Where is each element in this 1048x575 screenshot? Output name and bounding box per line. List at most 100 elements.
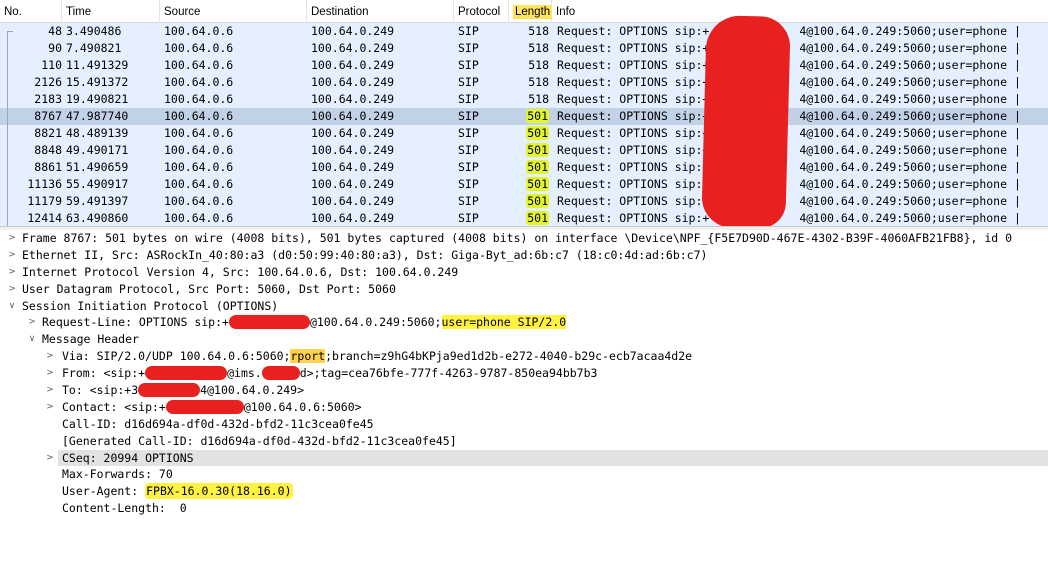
tree-row-sip[interactable]: ∨ Session Initiation Protocol (OPTIONS) (0, 298, 1048, 315)
packet-cell-time: 63.490860 (66, 210, 160, 226)
packet-cell-proto: SIP (458, 210, 511, 226)
packet-cell-time: 3.490486 (66, 23, 160, 40)
tree-row-content-length[interactable]: Content-Length: 0 (0, 500, 1048, 517)
packet-cell-info: Request: OPTIONS sip:+ 4@100.64.0.249:50… (557, 142, 1048, 159)
chevron-right-icon[interactable]: > (44, 382, 56, 399)
cell-text: SIP (458, 24, 479, 38)
cell-text: 100.64.0.6 (164, 75, 234, 89)
cell-text: 100.64.0.6 (164, 143, 234, 157)
packet-cell-src: 100.64.0.6 (164, 57, 306, 74)
tree-row-udp[interactable]: > User Datagram Protocol, Src Port: 5060… (0, 281, 1048, 298)
packet-row[interactable]: 2183 19.490821 100.64.0.6 100.64.0.249 SIP 51… (0, 91, 1048, 108)
packet-row[interactable]: 12414 63.490860 100.64.0.6 100.64.0.249 SIP 5… (0, 210, 1048, 226)
chevron-right-icon[interactable]: > (6, 264, 18, 281)
from-tag: d>;tag=cea76bfe-777f-4263-9787-850ea94bb… (299, 366, 598, 381)
tree-row-ip[interactable]: > Internet Protocol Version 4, Src: 100.… (0, 264, 1048, 281)
tree-row-generated-call-id[interactable]: [Generated Call-ID: d16d694a-df0d-432d-b… (0, 433, 1048, 466)
cell-text: Request: OPTIONS sip:+ 4@100.64.0.249:50… (557, 177, 1021, 191)
packet-cell-dst: 100.64.0.249 (311, 159, 454, 176)
packet-row[interactable]: 11136 55.490917 100.64.0.6 100.64.0.249 SIP 5… (0, 176, 1048, 193)
tree-row-contact[interactable]: > Contact: <sip:+ @100.64.0.6:5060> (0, 399, 1048, 416)
cell-text: 501 (526, 211, 549, 225)
packet-cell-proto: SIP (458, 176, 511, 193)
chevron-right-icon[interactable]: > (44, 399, 56, 416)
cell-text: 48.489139 (66, 126, 129, 140)
cell-text: 518 (528, 58, 549, 72)
cell-text: SIP (458, 194, 479, 208)
tree-row-via[interactable]: > Via: SIP/2.0/UDP 100.64.0.6:5060;rport… (0, 348, 1048, 365)
column-header-destination[interactable]: Destination (307, 0, 454, 23)
packet-cell-proto: SIP (458, 193, 511, 210)
packet-cell-dst: 100.64.0.249 (311, 40, 454, 57)
cell-text: 100.64.0.249 (311, 211, 395, 225)
chevron-right-icon[interactable]: > (6, 230, 18, 247)
tree-row-ethernet[interactable]: > Ethernet II, Src: ASRockIn_40:80:a3 (d… (0, 247, 1048, 264)
tree-row-call-id[interactable]: Call-ID: d16d694a-df0d-432d-bfd2-11c3cea… (0, 416, 1048, 433)
tree-label: Call-ID: d16d694a-df0d-432d-bfd2-11c3cea… (62, 416, 374, 431)
packet-row[interactable]: 8861 51.490659 100.64.0.6 100.64.0.249 SIP 50… (0, 159, 1048, 176)
column-header-no[interactable]: No. (0, 0, 62, 23)
column-header-length[interactable]: Length (509, 0, 553, 23)
packet-cell-time: 55.490917 (66, 176, 160, 193)
tree-label: Ethernet II, Src: ASRockIn_40:80:a3 (d0:… (22, 247, 708, 262)
cell-text: 100.64.0.249 (311, 143, 395, 157)
packet-cell-proto: SIP (458, 23, 511, 40)
packet-cell-proto: SIP (458, 91, 511, 108)
cell-text: Request: OPTIONS sip:+ 4@100.64.0.249:50… (557, 126, 1021, 140)
cell-text: SIP (458, 41, 479, 55)
column-header-time[interactable]: Time (62, 0, 160, 23)
chevron-right-icon[interactable]: > (44, 348, 56, 365)
chevron-down-icon[interactable]: ∨ (6, 298, 18, 315)
chevron-right-icon[interactable]: > (6, 281, 18, 298)
packet-cell-len: 501 (512, 108, 550, 125)
packet-row[interactable]: 8848 49.490171 100.64.0.6 100.64.0.249 SIP 50… (0, 142, 1048, 159)
packet-row[interactable]: 8821 48.489139 100.64.0.6 100.64.0.249 SIP 50… (0, 125, 1048, 142)
packet-row[interactable]: 2126 15.491372 100.64.0.6 100.64.0.249 SIP 51… (0, 74, 1048, 91)
packet-cell-len: 501 (512, 159, 550, 176)
cell-text: Request: OPTIONS sip:+ 4@100.64.0.249:50… (557, 211, 1021, 225)
chevron-down-icon[interactable]: ∨ (26, 331, 38, 348)
tree-label: CSeq: 20994 OPTIONS (62, 450, 194, 465)
cell-text: 501 (526, 126, 549, 140)
tree-row-from[interactable]: > From: <sip:+ @ims. d>;tag=cea76bfe-777f-… (0, 365, 1048, 382)
packet-cell-info: Request: OPTIONS sip:+ 4@100.64.0.249:50… (557, 193, 1048, 210)
tree-row-to[interactable]: > To: <sip:+3 4@100.64.0.249> (0, 382, 1048, 399)
packet-row[interactable]: 8767 47.987740 100.64.0.6 100.64.0.249 SIP 50… (0, 108, 1048, 125)
packet-cell-proto: SIP (458, 142, 511, 159)
chevron-right-icon[interactable]: > (26, 314, 38, 331)
packet-cell-info: Request: OPTIONS sip:+ 4@100.64.0.249:50… (557, 108, 1048, 125)
tree-row-user-agent[interactable]: User-Agent: FPBX-16.0.30(18.16.0) (0, 483, 1048, 500)
tree-row-message-header[interactable]: ∨ Message Header (0, 331, 1048, 348)
cell-text: 518 (528, 92, 549, 106)
packet-cell-src: 100.64.0.6 (164, 108, 306, 125)
redaction-mark (145, 366, 228, 381)
column-label: Info (556, 6, 576, 18)
packet-cell-info: Request: OPTIONS sip:+ 4@100.64.0.249:50… (557, 23, 1048, 40)
packet-cell-dst: 100.64.0.249 (311, 74, 454, 91)
tree-row-cseq[interactable]: > CSeq: 20994 OPTIONS (0, 450, 1048, 467)
column-header-protocol[interactable]: Protocol (454, 0, 509, 23)
column-header-source[interactable]: Source (160, 0, 307, 23)
cell-text: 8821 (34, 126, 62, 140)
chevron-right-icon[interactable]: > (44, 450, 56, 467)
cell-text: Request: OPTIONS sip:+ 4@100.64.0.249:50… (557, 92, 1021, 106)
cell-text: 100.64.0.6 (164, 92, 234, 106)
chevron-right-icon[interactable]: > (44, 365, 56, 382)
cell-text: 100.64.0.249 (311, 24, 395, 38)
cell-text: 518 (528, 75, 549, 89)
packet-cell-src: 100.64.0.6 (164, 176, 306, 193)
packet-row[interactable]: 90 7.490821 100.64.0.6 100.64.0.249 SIP 518 Re… (0, 40, 1048, 57)
cell-text: 2183 (34, 92, 62, 106)
tree-label: Request-Line: OPTIONS sip:+ @100.64.0.249… (42, 314, 567, 331)
packet-cell-src: 100.64.0.6 (164, 193, 306, 210)
chevron-right-icon[interactable]: > (6, 247, 18, 264)
tree-row-max-forwards[interactable]: Max-Forwards: 70 (0, 466, 1048, 483)
cell-text: 63.490860 (66, 211, 129, 225)
packet-cell-dst: 100.64.0.249 (311, 193, 454, 210)
tree-row-request-line[interactable]: > Request-Line: OPTIONS sip:+ @100.64.0.2… (0, 314, 1048, 331)
tree-row-frame[interactable]: > Frame 8767: 501 bytes on wire (4008 bi… (0, 230, 1048, 247)
packet-row[interactable]: 11179 59.491397 100.64.0.6 100.64.0.249 SIP 5… (0, 193, 1048, 210)
packet-row[interactable]: 48 3.490486 100.64.0.6 100.64.0.249 SIP 518 Re… (0, 23, 1048, 40)
packet-row[interactable]: 110 11.491329 100.64.0.6 100.64.0.249 SIP 518… (0, 57, 1048, 74)
column-header-info[interactable]: Info (552, 0, 1048, 23)
